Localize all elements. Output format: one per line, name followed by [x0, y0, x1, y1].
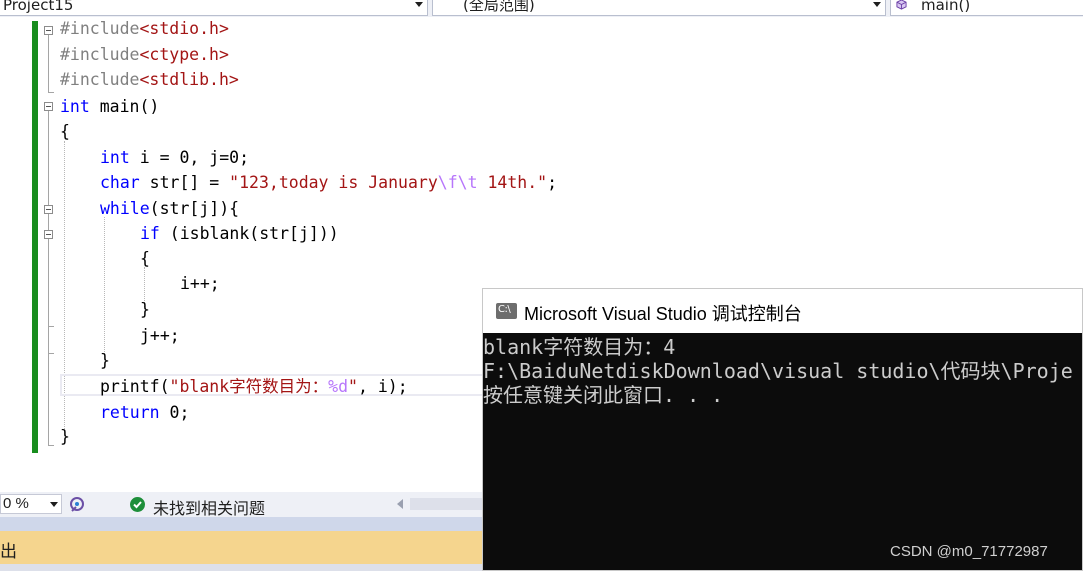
code-line-10: {	[140, 249, 150, 268]
change-tracking-bar	[32, 21, 38, 453]
editor-status-bar: 0 % 未找到相关问题	[0, 492, 483, 519]
chevron-down-icon	[50, 502, 58, 507]
project-dropdown[interactable]: Project15	[0, 0, 428, 16]
code-line-8: while(str[j]){	[100, 198, 239, 220]
string-literal: "123,today is January	[229, 173, 438, 192]
keyword: if	[140, 224, 160, 243]
code-line-6: int i = 0, j=0;	[100, 147, 249, 169]
console-title: Microsoft Visual Studio 调试控制台	[524, 304, 802, 324]
navigation-bar: Project15 (全局范围) main()	[0, 0, 1083, 17]
zoom-value: 0 %	[3, 495, 29, 512]
keyword: char	[100, 173, 140, 192]
collapse-while-icon[interactable]	[44, 205, 53, 214]
member-dropdown-label: main()	[921, 0, 971, 14]
code-line-14: }	[100, 351, 110, 370]
csdn-watermark: CSDN @m0_71772987	[890, 543, 1048, 560]
code-line-11: i++;	[180, 274, 220, 293]
preprocessor-directive: #include	[60, 70, 140, 89]
keyword: return	[100, 403, 160, 422]
code-line-13: j++;	[140, 326, 180, 345]
panel-separator	[0, 517, 483, 531]
issues-status-text[interactable]: 未找到相关问题	[153, 495, 265, 519]
keyword: int	[60, 97, 90, 116]
code-text-span: main()	[89, 97, 160, 116]
preprocessor-directive: #include	[60, 45, 140, 64]
panel-bottom-strip	[0, 564, 483, 571]
horizontal-scrollbar[interactable]	[410, 498, 482, 510]
scope-dropdown[interactable]: (全局范围)	[432, 0, 886, 16]
chevron-down-icon	[415, 2, 423, 7]
check-circle-icon	[130, 497, 145, 512]
code-text-span: ;	[547, 173, 558, 192]
code-line-15: printf("blank字符数目为：%d", i);	[100, 376, 408, 398]
console-output[interactable]: blank字符数目为：4 F:\BaiduNetdiskDownload\vis…	[483, 335, 1073, 407]
string-literal: "blank字符数目为：	[169, 377, 329, 396]
method-cube-icon	[896, 0, 907, 10]
escape-sequence: \f\t	[437, 173, 478, 192]
string-literal: 14th."	[477, 173, 548, 192]
intellicode-icon[interactable]	[68, 496, 88, 514]
code-text-span: , i);	[357, 377, 408, 396]
code-line-3: #include<stdlib.h>	[60, 69, 239, 91]
code-text-span: i = 0, j=0;	[129, 148, 250, 167]
console-line-3: 按任意键关闭此窗口. . .	[483, 383, 724, 407]
code-line-9: if (isblank(str[j]))	[140, 223, 339, 245]
code-line-16: return 0;	[100, 402, 189, 424]
code-text-span: (isblank(str[j]))	[159, 224, 339, 243]
code-line-12: }	[140, 300, 150, 319]
fold-guide-end	[48, 326, 54, 327]
code-line-7: char str[] = "123,today is January\f\t 1…	[100, 172, 557, 194]
console-title-bar[interactable]: C:\ Microsoft Visual Studio 调试控制台	[483, 289, 1082, 333]
code-text-span: 0;	[159, 403, 190, 422]
fold-guide	[48, 111, 49, 445]
fold-guide-end	[48, 353, 54, 354]
code-line-1: #include<stdio.h>	[60, 18, 229, 40]
code-text-span: (str[j]){	[149, 199, 240, 218]
string-literal: "	[348, 377, 358, 396]
output-panel-label: 出	[0, 542, 17, 561]
member-dropdown[interactable]: main()	[890, 0, 1083, 16]
console-icon-text: C:\	[498, 304, 511, 315]
keyword: while	[100, 199, 150, 218]
format-specifier: %d	[328, 377, 349, 396]
fold-guide	[48, 35, 49, 92]
preprocessor-directive: #include	[60, 19, 140, 38]
include-header: <ctype.h>	[139, 45, 229, 64]
console-line-1: blank字符数目为：4	[483, 335, 676, 359]
fold-guide-end	[48, 92, 54, 93]
console-line-2: F:\BaiduNetdiskDownload\visual studio\代码…	[483, 359, 1073, 383]
code-line-5: {	[60, 122, 70, 141]
console-app-icon: C:\	[496, 303, 517, 319]
debug-console-window[interactable]: C:\ Microsoft Visual Studio 调试控制台 blank字…	[482, 288, 1083, 571]
code-line-2: #include<ctype.h>	[60, 44, 229, 66]
collapse-include-icon[interactable]	[44, 26, 53, 35]
scope-dropdown-label: (全局范围)	[463, 0, 535, 14]
code-text-span: str[] =	[139, 173, 230, 192]
output-panel-header[interactable]: 出	[0, 531, 483, 564]
collapse-if-icon[interactable]	[44, 230, 53, 239]
fold-guide-end	[48, 445, 54, 446]
include-header: <stdlib.h>	[139, 70, 239, 89]
scroll-left-arrow-icon[interactable]	[397, 499, 403, 509]
project-dropdown-label: Project15	[3, 0, 74, 14]
collapse-main-icon[interactable]	[44, 102, 53, 111]
code-text-span: printf(	[100, 377, 170, 396]
indent-guide	[104, 217, 105, 354]
include-header: <stdio.h>	[139, 19, 229, 38]
code-line-17: }	[60, 427, 70, 446]
keyword: int	[100, 148, 130, 167]
zoom-dropdown[interactable]: 0 %	[0, 494, 62, 514]
code-line-4: int main()	[60, 96, 159, 118]
chevron-down-icon	[873, 2, 881, 7]
